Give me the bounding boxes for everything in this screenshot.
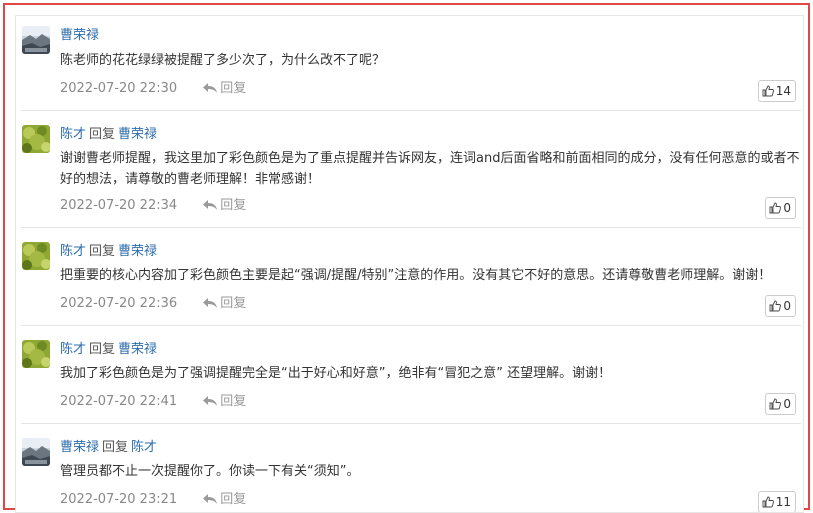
avatar[interactable] xyxy=(22,26,50,54)
reply-button[interactable]: 回复 xyxy=(203,491,246,509)
comment-text: 把重要的核心内容加了彩色颜色主要是起“强调/提醒/特别”注意的作用。没有其它不好… xyxy=(60,268,772,283)
comment-header: 陈才 回复 曹荣禄 xyxy=(60,341,157,359)
reply-arrow-icon xyxy=(203,298,218,308)
reply-button[interactable]: 回复 xyxy=(203,393,246,411)
reply-button[interactable]: 回复 xyxy=(203,80,246,98)
landscape-avatar-icon xyxy=(22,438,50,466)
like-button[interactable]: 0 xyxy=(765,197,796,219)
timestamp: 2022-07-20 22:41 xyxy=(60,394,178,409)
avatar[interactable] xyxy=(22,340,50,368)
like-button[interactable]: 0 xyxy=(765,393,796,415)
author-link[interactable]: 陈才 xyxy=(60,127,86,142)
thumbs-up-icon xyxy=(769,398,782,410)
comment-text: 谢谢曹老师提醒，我这里加了彩色颜色是为了重点提醒并告诉网友，连词and后面省略和… xyxy=(60,151,800,187)
green-avatar-icon xyxy=(22,125,50,153)
like-button[interactable]: 11 xyxy=(757,491,796,512)
timestamp: 2022-07-20 23:21 xyxy=(60,492,178,507)
reply-arrow-icon xyxy=(203,494,218,504)
comment-meta: 2022-07-20 22:34 回复 xyxy=(60,197,246,215)
like-count: 11 xyxy=(775,495,791,509)
highlight-frame: 曹荣禄 陈老师的花花绿绿被提醒了多少次了，为什么改不了呢？ 2022-07-20… xyxy=(3,3,810,513)
avatar[interactable] xyxy=(22,438,50,466)
comment-meta: 2022-07-20 23:21 回复 xyxy=(60,491,246,509)
green-avatar-icon xyxy=(22,340,50,368)
comment-list: 曹荣禄 陈老师的花花绿绿被提醒了多少次了，为什么改不了呢？ 2022-07-20… xyxy=(15,15,804,513)
comment-meta: 2022-07-20 22:36 回复 xyxy=(60,295,246,313)
reply-word: 回复 xyxy=(89,127,116,142)
author-link[interactable]: 陈才 xyxy=(60,244,86,259)
reply-word: 回复 xyxy=(89,342,116,357)
like-count: 0 xyxy=(783,201,791,215)
timestamp: 2022-07-20 22:34 xyxy=(60,198,178,213)
comment-meta: 2022-07-20 22:30 回复 xyxy=(60,80,246,98)
landscape-avatar-icon xyxy=(22,26,50,54)
comment-text: 我加了彩色颜色是为了强调提醒完全是“出于好心和好意”，绝非有“冒犯之意” 还望理… xyxy=(60,366,612,381)
divider xyxy=(21,325,801,326)
author-link[interactable]: 曹荣禄 xyxy=(60,440,99,455)
reply-button[interactable]: 回复 xyxy=(203,197,246,215)
reply-arrow-icon xyxy=(203,396,218,406)
timestamp: 2022-07-20 22:30 xyxy=(60,81,178,96)
thumbs-up-icon xyxy=(762,496,774,508)
author-link[interactable]: 陈才 xyxy=(60,342,86,357)
like-button[interactable]: 14 xyxy=(757,80,796,102)
green-avatar-icon xyxy=(22,242,50,270)
reply-target-link[interactable]: 曹荣禄 xyxy=(118,127,157,142)
like-count: 0 xyxy=(783,397,791,411)
reply-word: 回复 xyxy=(89,244,116,259)
divider xyxy=(21,423,801,424)
like-button[interactable]: 0 xyxy=(765,295,796,317)
like-count: 0 xyxy=(783,299,791,313)
comment-text: 陈老师的花花绿绿被提醒了多少次了，为什么改不了呢？ xyxy=(60,53,386,68)
reply-arrow-icon xyxy=(203,83,218,93)
reply-target-link[interactable]: 陈才 xyxy=(131,440,157,455)
reply-target-link[interactable]: 曹荣禄 xyxy=(118,342,157,357)
comment-header: 陈才 回复 曹荣禄 xyxy=(60,243,157,261)
comment-text: 管理员都不止一次提醒你了。你读一下有关“须知”。 xyxy=(60,464,360,479)
comment-header: 曹荣禄 xyxy=(60,27,99,45)
reply-arrow-icon xyxy=(203,200,218,210)
thumbs-up-icon xyxy=(769,202,782,214)
reply-word: 回复 xyxy=(102,440,129,455)
reply-target-link[interactable]: 曹荣禄 xyxy=(118,244,157,259)
reply-button[interactable]: 回复 xyxy=(203,295,246,313)
like-count: 14 xyxy=(775,84,791,98)
thumbs-up-icon xyxy=(769,300,782,312)
thumbs-up-icon xyxy=(762,85,774,97)
divider xyxy=(21,227,801,228)
author-link[interactable]: 曹荣禄 xyxy=(60,28,99,43)
comment-header: 曹荣禄 回复 陈才 xyxy=(60,439,157,457)
comment-meta: 2022-07-20 22:41 回复 xyxy=(60,393,246,411)
avatar[interactable] xyxy=(22,125,50,153)
timestamp: 2022-07-20 22:36 xyxy=(60,296,178,311)
divider xyxy=(21,110,801,111)
comment-header: 陈才 回复 曹荣禄 xyxy=(60,126,157,144)
avatar[interactable] xyxy=(22,242,50,270)
